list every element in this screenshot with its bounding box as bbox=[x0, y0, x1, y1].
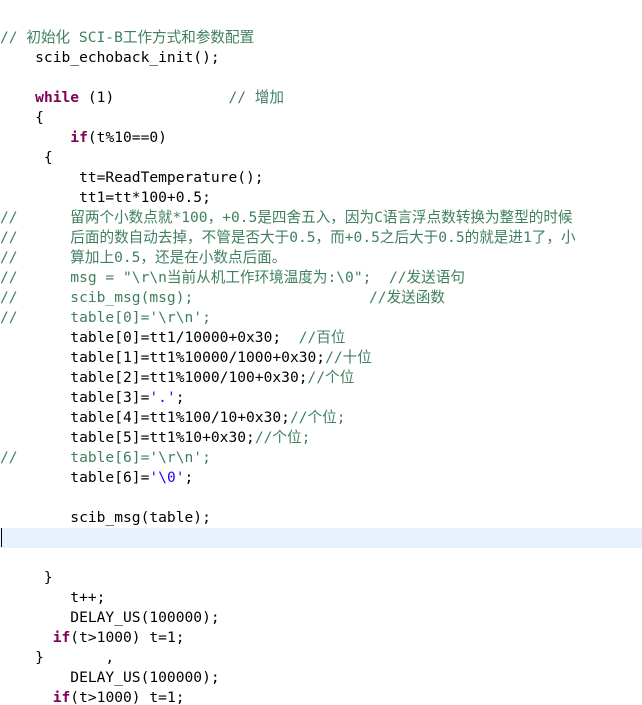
code-token-plain: (1) bbox=[79, 89, 229, 106]
code-line[interactable]: // 初始化 SCI-B工作方式和参数配置 bbox=[0, 28, 642, 48]
code-line[interactable] bbox=[0, 548, 642, 568]
code-line[interactable]: DELAY_US(100000); bbox=[0, 608, 642, 628]
code-line[interactable]: while (1) // 增加 bbox=[0, 88, 642, 108]
code-token-plain: tt=ReadTemperature(); bbox=[0, 169, 264, 186]
code-token-plain: (t%10==0) bbox=[87, 129, 167, 146]
code-token-plain: table[4]=tt1%100/10+0x30; bbox=[0, 409, 290, 426]
code-line[interactable]: table[6]='\0'; bbox=[0, 468, 642, 488]
code-line[interactable]: // 算加上0.5，还是在小数点后面。 bbox=[0, 248, 642, 268]
code-token-comment: // 算加上0.5，还是在小数点后面。 bbox=[0, 249, 287, 266]
code-line[interactable]: if(t>1000) t=1; bbox=[0, 628, 642, 648]
code-line[interactable]: t++; bbox=[0, 588, 642, 608]
code-line[interactable] bbox=[0, 488, 642, 508]
code-token-comment: //个位 bbox=[307, 369, 355, 386]
code-token-comment: // 增加 bbox=[228, 89, 285, 106]
code-token-plain: { bbox=[0, 149, 53, 166]
current-code-line[interactable] bbox=[0, 528, 642, 548]
code-line[interactable]: tt1=tt*100+0.5; bbox=[0, 188, 642, 208]
code-line[interactable]: table[3]='.'; bbox=[0, 388, 642, 408]
code-line[interactable]: table[2]=tt1%1000/100+0x30;//个位 bbox=[0, 368, 642, 388]
code-token-plain: ; bbox=[184, 469, 194, 486]
code-line[interactable]: table[0]=tt1/10000+0x30; //百位 bbox=[0, 328, 642, 348]
code-line[interactable]: // 留两个小数点就*100，+0.5是四舍五入，因为C语言浮点数转换为整型的时… bbox=[0, 208, 642, 228]
code-token-string: '\0' bbox=[149, 469, 185, 486]
code-editor[interactable]: // 初始化 SCI-B工作方式和参数配置 scib_echoback_init… bbox=[0, 0, 642, 705]
code-token-comment: // table[0]='\r\n'; bbox=[0, 309, 211, 326]
code-token-plain: ; bbox=[175, 389, 185, 406]
code-token-plain: { bbox=[0, 109, 44, 126]
code-line[interactable]: } , bbox=[0, 648, 642, 668]
code-token-plain: table[6]= bbox=[0, 469, 150, 486]
code-token-keyword: if bbox=[52, 629, 71, 646]
code-line[interactable] bbox=[0, 68, 642, 88]
code-token-plain: } bbox=[0, 569, 53, 586]
code-line[interactable]: table[1]=tt1%10000/1000+0x30;//十位 bbox=[0, 348, 642, 368]
code-token-plain: table[1]=tt1%10000/1000+0x30; bbox=[0, 349, 326, 366]
code-token-plain: DELAY_US(100000); bbox=[0, 609, 220, 626]
code-token-comment: // scib_msg(msg); //发送函数 bbox=[0, 289, 445, 306]
code-line[interactable]: table[4]=tt1%100/10+0x30;//个位; bbox=[0, 408, 642, 428]
code-token-plain: table[2]=tt1%1000/100+0x30; bbox=[0, 369, 308, 386]
code-line[interactable]: DELAY_US(100000); bbox=[0, 668, 642, 688]
code-token-comment: //百位 bbox=[298, 329, 346, 346]
code-token-plain: table[0]=tt1/10000+0x30; bbox=[0, 329, 299, 346]
code-token-plain: scib_echoback_init(); bbox=[0, 49, 220, 66]
code-line[interactable]: } bbox=[0, 568, 642, 588]
code-line[interactable]: tt=ReadTemperature(); bbox=[0, 168, 642, 188]
code-token-plain: t++; bbox=[0, 589, 106, 606]
code-token-keyword: if bbox=[52, 689, 71, 705]
code-line[interactable]: { bbox=[0, 108, 642, 128]
code-token-plain: table[3]= bbox=[0, 389, 150, 406]
code-token-comment: // 留两个小数点就*100，+0.5是四舍五入，因为C语言浮点数转换为整型的时… bbox=[0, 209, 573, 226]
code-token-keyword: if bbox=[70, 129, 88, 146]
code-line[interactable]: // table[0]='\r\n'; bbox=[0, 308, 642, 328]
code-token-plain: tt1=tt*100+0.5; bbox=[0, 189, 211, 206]
code-token-comment: // msg = "\r\n当前从机工作环境温度为:\0"; //发送语句 bbox=[0, 269, 465, 286]
code-token-comment: //个位; bbox=[254, 429, 311, 446]
code-line[interactable]: { bbox=[0, 148, 642, 168]
code-line[interactable]: // table[6]='\r\n'; bbox=[0, 448, 642, 468]
code-token-plain: table[5]=tt1%10+0x30; bbox=[0, 429, 255, 446]
code-token-comment: // 后面的数自动去掉，不管是否大于0.5，而+0.5之后大于0.5的就是进1了… bbox=[0, 229, 576, 246]
code-line[interactable]: if(t>1000) t=1; bbox=[0, 688, 642, 705]
code-token-plain: (t>1000) t=1; bbox=[70, 629, 185, 646]
code-line[interactable]: scib_msg(table); bbox=[0, 508, 642, 528]
code-token-comment: //十位 bbox=[325, 349, 372, 366]
code-token-plain: DELAY_US(100000); bbox=[0, 669, 220, 686]
code-token-plain: scib_msg(table); bbox=[0, 509, 211, 526]
code-token-comment: // table[6]='\r\n'; bbox=[0, 449, 211, 466]
code-line[interactable]: // msg = "\r\n当前从机工作环境温度为:\0"; //发送语句 bbox=[0, 268, 642, 288]
code-token-plain: } , bbox=[0, 649, 115, 666]
code-token-plain: (t>1000) t=1; bbox=[70, 689, 185, 705]
code-line[interactable]: if(t%10==0) bbox=[0, 128, 642, 148]
code-token-comment: //个位; bbox=[289, 409, 346, 426]
code-token-comment: // 初始化 SCI-B工作方式和参数配置 bbox=[0, 29, 255, 46]
code-line[interactable]: table[5]=tt1%10+0x30;//个位; bbox=[0, 428, 642, 448]
code-line[interactable]: // scib_msg(msg); //发送函数 bbox=[0, 288, 642, 308]
code-line[interactable]: scib_echoback_init(); bbox=[0, 48, 642, 68]
code-token-keyword: while bbox=[35, 89, 80, 106]
code-token-string: '.' bbox=[149, 389, 176, 406]
code-line[interactable]: // 后面的数自动去掉，不管是否大于0.5，而+0.5之后大于0.5的就是进1了… bbox=[0, 228, 642, 248]
text-caret bbox=[1, 528, 2, 547]
